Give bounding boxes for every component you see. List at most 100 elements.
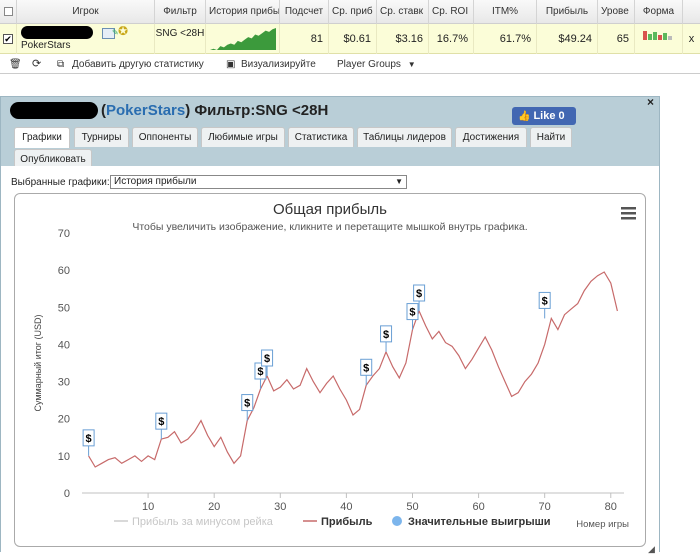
chevron-down-icon: ▼ bbox=[407, 60, 416, 69]
grid-header: Игрок Фильтр История прибыли Подсчет Ср.… bbox=[0, 0, 700, 24]
big-win-flag[interactable]: $ bbox=[155, 412, 168, 440]
avg-stake-cell: $3.16 bbox=[377, 24, 429, 54]
close-icon[interactable]: × bbox=[647, 95, 654, 109]
header-checkbox[interactable] bbox=[3, 7, 13, 16]
chart-select[interactable]: История прибыли ▼ bbox=[110, 175, 407, 189]
page: Игрок Фильтр История прибыли Подсчет Ср.… bbox=[0, 0, 700, 556]
y-tick-label: 50 bbox=[58, 302, 70, 314]
y-tick-label: 0 bbox=[64, 488, 70, 500]
header-profit[interactable]: Прибыль bbox=[537, 0, 598, 24]
image-icon[interactable]: ▣ bbox=[226, 55, 235, 74]
form-bar bbox=[658, 35, 662, 40]
chart-legend: Прибыль за минусом рейка Прибыль Значитель… bbox=[114, 516, 551, 528]
x-tick-label: 50 bbox=[406, 501, 418, 513]
player-cell: PokerStars ✎ ✪ bbox=[17, 24, 155, 54]
menu-line bbox=[621, 217, 636, 220]
award-icon[interactable]: ✪ bbox=[118, 25, 128, 37]
big-win-flag[interactable]: $ bbox=[406, 303, 419, 330]
header-filter[interactable]: Фильтр bbox=[155, 0, 206, 24]
legend-item-big-wins[interactable]: Значительные выигрыши bbox=[392, 516, 551, 528]
refresh-icon[interactable]: ⟳ bbox=[32, 55, 41, 74]
legend-label: Прибыль за минусом рейка bbox=[132, 516, 274, 528]
legend-swatch bbox=[392, 516, 402, 526]
grid-toolbar: 🗑 ⟳ ⧉ Добавить другую статистику ▣ Визуа… bbox=[0, 55, 700, 74]
x-tick-label: 80 bbox=[605, 501, 617, 513]
legend-item-profit[interactable]: Прибыль bbox=[303, 516, 373, 528]
big-win-flag[interactable]: $ bbox=[538, 291, 551, 319]
big-win-flag[interactable]: $ bbox=[360, 358, 373, 386]
profit-history-cell[interactable] bbox=[206, 24, 280, 54]
x-axis-label: Номер игры bbox=[576, 519, 629, 530]
y-axis-label: Суммарный итог (USD) bbox=[33, 314, 43, 411]
count-cell: 81 bbox=[280, 24, 329, 54]
big-win-flag[interactable]: $ bbox=[241, 394, 254, 421]
form-bar bbox=[668, 36, 672, 40]
resize-handle-icon[interactable]: ◢ bbox=[648, 544, 655, 555]
menu-line bbox=[621, 207, 636, 210]
chart-title: Общая прибыль bbox=[273, 201, 387, 218]
legend-label: Значительные выигрыши bbox=[408, 516, 551, 528]
player-groups-button[interactable]: Player Groups ▼ bbox=[337, 55, 416, 74]
legend-label: Прибыль bbox=[321, 516, 373, 528]
chart-menu-icon[interactable] bbox=[621, 207, 636, 220]
header-itm[interactable]: ITM% bbox=[474, 0, 537, 24]
redacted-player-name bbox=[10, 102, 98, 119]
profit-chart[interactable]: Общая прибыль Чтобы увеличить изображение… bbox=[15, 194, 645, 546]
flag-label: $ bbox=[409, 307, 415, 319]
big-win-flag[interactable]: $ bbox=[82, 429, 95, 456]
menu-line bbox=[621, 212, 636, 215]
x-tick-label: 60 bbox=[472, 501, 484, 513]
tab-tournaments[interactable]: Турниры bbox=[74, 127, 129, 147]
profit-series-line bbox=[88, 271, 618, 468]
x-tick-label: 20 bbox=[208, 501, 220, 513]
big-win-flag[interactable]: $ bbox=[254, 362, 267, 389]
panel-body: Выбранные графики: История прибыли ▼ Общ… bbox=[1, 166, 659, 552]
add-stats-button[interactable]: Добавить другую статистику bbox=[72, 55, 204, 74]
y-tick-label: 40 bbox=[58, 339, 70, 351]
tab-search[interactable]: Найти bbox=[530, 127, 572, 147]
stats-panel: (PokerStars) Фильтр:SNG <28H 👍 Like 0 Гра… bbox=[0, 96, 660, 552]
header-form[interactable]: Форма bbox=[635, 0, 683, 24]
panel-header: (PokerStars) Фильтр:SNG <28H 👍 Like 0 bbox=[1, 97, 659, 125]
header-player[interactable]: Игрок bbox=[17, 0, 155, 24]
title-site-link[interactable]: PokerStars bbox=[106, 102, 185, 119]
visualize-button[interactable]: Визуализируйте bbox=[241, 55, 316, 74]
flag-label: $ bbox=[244, 398, 250, 410]
player-groups-label: Player Groups bbox=[337, 59, 401, 70]
header-avg-stake[interactable]: Ср. ставк bbox=[377, 0, 429, 24]
facebook-like-button[interactable]: 👍 Like 0 bbox=[512, 107, 576, 125]
filter-cell[interactable]: SNG <28H bbox=[155, 24, 206, 54]
avg-roi-cell: 16.7% bbox=[429, 24, 474, 54]
row-checkbox[interactable]: ✔ bbox=[3, 34, 13, 44]
tab-leaderboards[interactable]: Таблицы лидеров bbox=[357, 127, 452, 147]
header-avg-roi[interactable]: Ср. ROI bbox=[429, 0, 474, 24]
header-check-col[interactable] bbox=[0, 0, 17, 24]
flag-label: $ bbox=[383, 329, 389, 341]
tab-statistics[interactable]: Статистика bbox=[288, 127, 354, 147]
tab-achievements[interactable]: Достижения bbox=[455, 127, 527, 147]
tab-opponents[interactable]: Оппоненты bbox=[132, 127, 198, 147]
table-row[interactable]: ✔ PokerStars ✎ ✪ SNG <28H 81 $0.61 $3.16… bbox=[0, 24, 700, 54]
header-level[interactable]: Урове bbox=[598, 0, 635, 24]
form-bar bbox=[663, 33, 667, 40]
remove-row-button[interactable]: x bbox=[683, 24, 700, 54]
thumbs-up-icon: 👍 bbox=[518, 111, 531, 122]
player-site[interactable]: PokerStars bbox=[21, 40, 70, 52]
trash-icon[interactable]: 🗑 bbox=[9, 55, 22, 74]
chart-container[interactable]: Общая прибыль Чтобы увеличить изображение… bbox=[14, 193, 646, 547]
header-avg-profit[interactable]: Ср. приб bbox=[329, 0, 377, 24]
y-tick-label: 70 bbox=[58, 228, 70, 240]
flag-label: $ bbox=[363, 362, 369, 374]
header-count[interactable]: Подсчет bbox=[280, 0, 329, 24]
flag-label: $ bbox=[257, 366, 263, 378]
flag-label: $ bbox=[264, 353, 270, 365]
big-win-flag[interactable]: $ bbox=[380, 325, 393, 352]
header-profit-history[interactable]: История прибыли bbox=[206, 0, 280, 24]
x-tick-label: 30 bbox=[274, 501, 286, 513]
legend-item-net[interactable]: Прибыль за минусом рейка bbox=[114, 516, 274, 528]
link-icon[interactable]: ⧉ bbox=[57, 55, 64, 74]
avg-profit-cell: $0.61 bbox=[329, 24, 377, 54]
tab-favorite-games[interactable]: Любимые игры bbox=[201, 127, 285, 147]
row-check-col[interactable]: ✔ bbox=[0, 24, 17, 54]
tab-charts[interactable]: Графики bbox=[14, 127, 70, 148]
